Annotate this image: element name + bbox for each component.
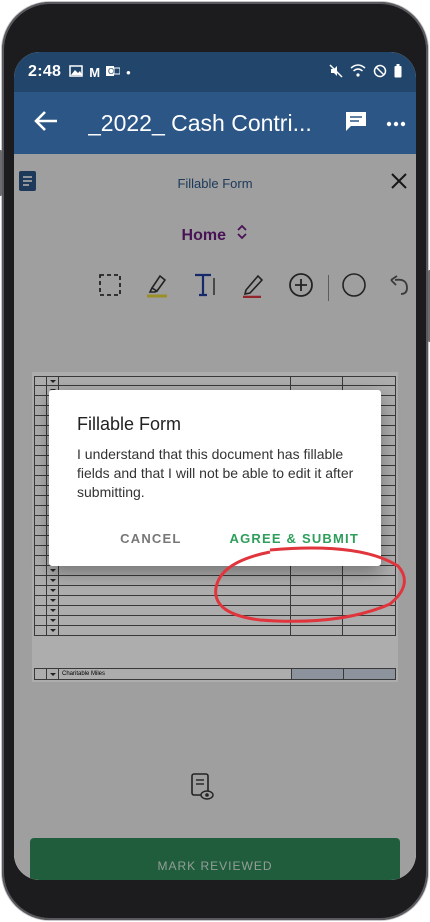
outlook-icon: O — [106, 65, 121, 80]
app-bar: _2022_ Cash Contri... — [14, 92, 416, 154]
volume-button — [0, 150, 2, 196]
agree-submit-button[interactable]: AGREE & SUBMIT — [230, 531, 359, 546]
fillable-form-dialog: Fillable Form I understand that this doc… — [49, 390, 381, 566]
gmail-icon: M — [89, 64, 101, 80]
dialog-message: I understand that this document has fill… — [77, 446, 354, 500]
do-not-disturb-icon — [373, 64, 387, 81]
comment-icon[interactable] — [344, 110, 368, 137]
cancel-button[interactable]: CANCEL — [120, 531, 181, 546]
document-title: _2022_ Cash Contri... — [88, 109, 312, 136]
status-bar: 2:48 M O • — [14, 52, 416, 92]
dialog-title: Fillable Form — [77, 414, 182, 434]
phone-screen: 2:48 M O • _2022_ Cash Contri... Fillabl… — [14, 52, 416, 880]
wifi-icon — [350, 64, 366, 80]
image-icon — [69, 64, 83, 80]
notification-icons: M O • — [69, 64, 131, 80]
dot-icon: • — [126, 64, 131, 80]
mute-icon — [329, 63, 343, 81]
status-time: 2:48 — [28, 63, 62, 80]
more-options-icon[interactable] — [386, 114, 406, 132]
system-icons — [329, 63, 402, 81]
dialog-actions: CANCEL AGREE & SUBMIT — [120, 531, 359, 546]
back-arrow-icon[interactable] — [24, 107, 68, 139]
battery-icon — [394, 63, 402, 81]
svg-text:O: O — [108, 67, 114, 76]
